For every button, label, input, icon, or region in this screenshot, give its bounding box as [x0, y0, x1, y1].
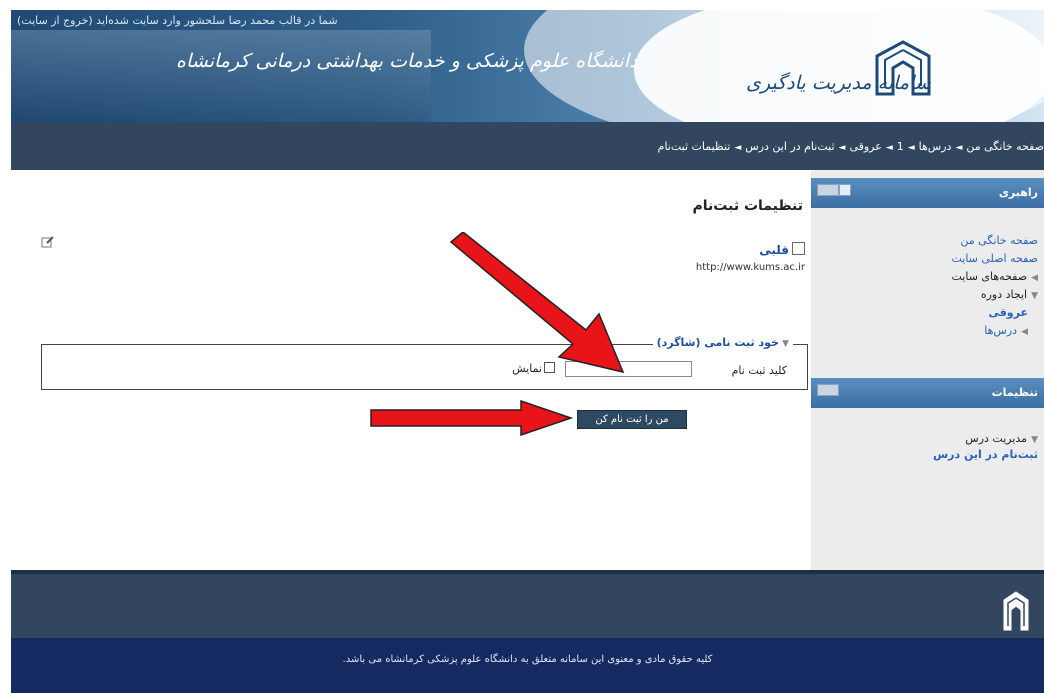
settings-block-header: تنظیمات [811, 378, 1044, 408]
breadcrumb-separator: ◄ [838, 143, 846, 153]
nav-lessons[interactable]: ◀درس‌ها [984, 324, 1028, 337]
collapse-triangle-icon: ▼ [1031, 435, 1038, 445]
nav-bar: صفحه خانگی من◄درس‌ها◄1◄عروقی◄ثبت‌نام در … [11, 122, 1044, 170]
settings-course-admin[interactable]: ▼مدیریت درس [965, 432, 1038, 445]
navigation-block-title: راهبری [998, 186, 1038, 199]
nav-create-course[interactable]: ▼ایجاد دوره [981, 288, 1038, 301]
collapse-triangle-icon: ▼ [1031, 291, 1038, 301]
login-info: شما در قالب محمد رضا سلحشور وارد سایت شد… [17, 14, 338, 27]
main-content: تنظیمات ثبت‌نام قلبی http://www.kums.ac.… [11, 170, 811, 570]
page-frame: شما در قالب محمد رضا سلحشور وارد سایت شد… [11, 10, 1044, 693]
logout-link[interactable]: (خروج از سایت) [17, 14, 93, 27]
course-name[interactable]: قلبی [759, 242, 805, 257]
nav-current-course[interactable]: عروقی [988, 306, 1028, 319]
breadcrumb-separator: ◄ [907, 143, 915, 153]
login-text: شما در قالب محمد رضا سلحشور وارد سایت شد… [96, 14, 338, 27]
page-title: تنظیمات ثبت‌نام [692, 198, 803, 214]
breadcrumb: صفحه خانگی من◄درس‌ها◄1◄عروقی◄ثبت‌نام در … [658, 140, 1044, 153]
breadcrumb-separator: ◄ [734, 143, 742, 153]
settings-enrol-in-course[interactable]: ثبت‌نام در این درس [933, 448, 1038, 461]
footer-copyright-bar: کلیه حقوق مادی و معنوی این سامانه متعلق … [11, 638, 1044, 693]
nav-site-pages-label: صفحه‌های سایت [951, 270, 1028, 283]
university-title: دانشگاه علوم پزشکی و خدمات بهداشتی درمان… [176, 50, 638, 72]
copyright-text: کلیه حقوق مادی و معنوی این سامانه متعلق … [342, 654, 713, 665]
collapse-triangle-icon: ▼ [778, 339, 789, 349]
breadcrumb-enrol[interactable]: ثبت‌نام در این درس [745, 140, 834, 153]
right-sidebar: راهبری صفحه خانگی من صفحه اصلی سایت ◀صفح… [811, 170, 1044, 570]
header-book-image [11, 30, 431, 122]
site-header: شما در قالب محمد رضا سلحشور وارد سایت شد… [11, 10, 1044, 122]
nav-lessons-label: درس‌ها [984, 324, 1018, 337]
navigation-block-header: راهبری [811, 178, 1044, 208]
breadcrumb-category[interactable]: 1 [897, 140, 904, 153]
block-controls-icon[interactable] [817, 384, 839, 396]
breadcrumb-course[interactable]: عروقی [849, 140, 881, 153]
fieldset-legend-label: خود ثبت نامی (شاگرد) [656, 336, 779, 349]
nav-site-home[interactable]: صفحه اصلی سایت [951, 252, 1038, 265]
annotation-arrow-horizontal [370, 400, 574, 436]
course-book-icon [792, 242, 805, 255]
breadcrumb-home[interactable]: صفحه خانگی من [966, 140, 1044, 153]
edit-icon[interactable] [41, 236, 55, 248]
enrol-me-button[interactable]: من را ثبت نام کن [577, 410, 687, 429]
nav-site-pages[interactable]: ◀صفحه‌های سایت [951, 270, 1038, 283]
breadcrumb-separator: ◄ [885, 143, 893, 153]
breadcrumb-separator: ◄ [955, 143, 963, 153]
nav-my-home[interactable]: صفحه خانگی من [960, 234, 1038, 247]
header-wave-light [634, 10, 1044, 122]
fieldset-legend[interactable]: ▼ خود ثبت نامی (شاگرد) [652, 336, 793, 349]
annotation-arrow-diagonal [449, 232, 625, 374]
enrolment-key-label: کلید ثبت نام [731, 364, 787, 377]
footer-bar [11, 570, 1044, 642]
settings-course-admin-label: مدیریت درس [965, 432, 1028, 445]
block-hide-icon[interactable] [839, 184, 851, 196]
nav-create-course-label: ایجاد دوره [980, 288, 1028, 301]
course-url[interactable]: http://www.kums.ac.ir [696, 262, 805, 273]
university-logo-icon [875, 40, 931, 96]
expand-triangle-icon: ◀ [1031, 273, 1038, 283]
expand-triangle-icon: ◀ [1021, 327, 1028, 337]
footer-university-logo-icon [1003, 591, 1029, 631]
breadcrumb-courses[interactable]: درس‌ها [919, 140, 952, 153]
block-controls-icon[interactable] [817, 184, 839, 196]
self-enrolment-fieldset: ▼ خود ثبت نامی (شاگرد) کلید ثبت نام نمای… [41, 336, 808, 390]
course-name-label: قلبی [759, 243, 789, 257]
breadcrumb-current: تنظیمات ثبت‌نام [657, 140, 731, 153]
settings-block-title: تنظیمات [991, 386, 1038, 399]
